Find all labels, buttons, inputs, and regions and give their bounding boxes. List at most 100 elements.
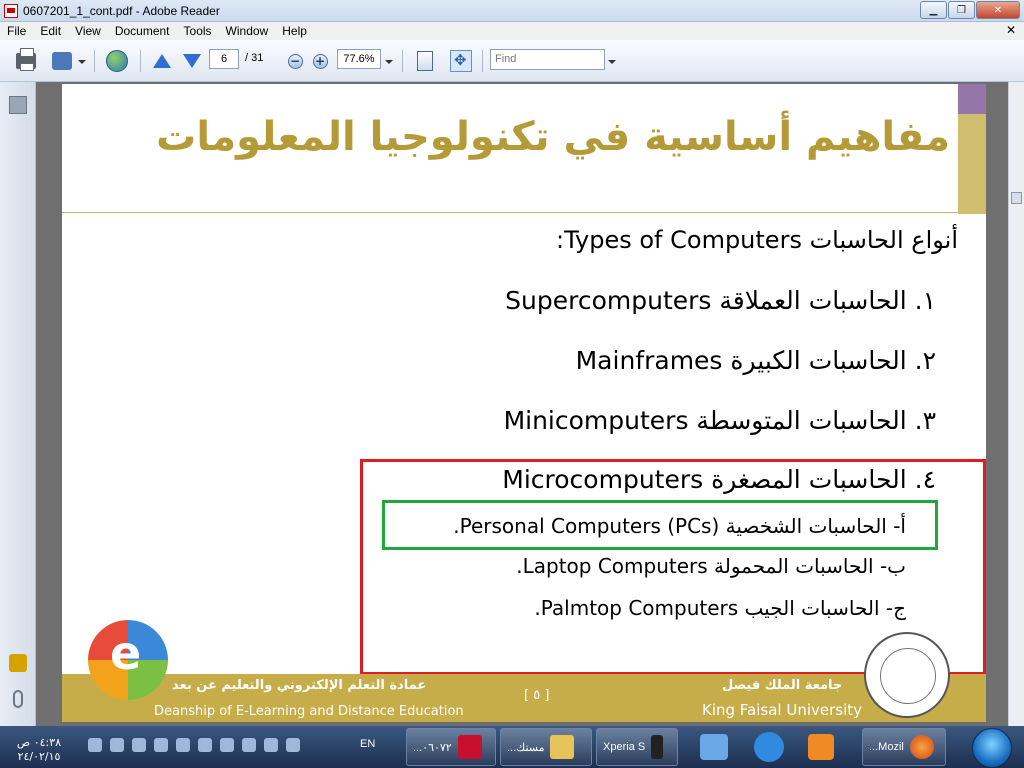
signal-bars-icon[interactable] — [242, 738, 256, 752]
toolbar-divider — [140, 50, 141, 72]
print-button[interactable] — [14, 48, 38, 73]
language-indicator[interactable]: EN — [360, 738, 375, 750]
pdf-page: مفاهيم أساسية في تكنولوجيا المعلومات أنو… — [62, 84, 986, 722]
adobe-pdf-icon — [457, 735, 482, 759]
adobe-pdf-icon — [4, 3, 18, 18]
sync-icon[interactable] — [198, 738, 212, 752]
toolbar-divider — [482, 50, 483, 72]
minimize-button[interactable]: ▁ — [920, 1, 947, 19]
list-item: ١. الحاسبات العملاقة Supercomputers — [505, 286, 936, 315]
slide-title: مفاهيم أساسية في تكنولوجيا المعلومات — [156, 114, 950, 160]
menu-bar: File Edit View Document Tools Window Hel… — [0, 22, 1024, 40]
taskbar-label: Xperia S — [603, 741, 646, 753]
tray-clock[interactable]: ٠٤:٣٨ ص ٢٤/٠٢/١٥ — [4, 736, 74, 764]
close-button[interactable]: ✕ — [976, 1, 1020, 19]
phone-icon — [651, 735, 664, 759]
arrow-down-icon — [183, 54, 201, 68]
window-controls: ▁ ❐ ✕ — [919, 1, 1020, 19]
toolbar-divider — [402, 50, 403, 72]
find-input[interactable]: Find — [490, 49, 605, 70]
printer-icon — [16, 48, 36, 71]
document-close-icon[interactable]: ✕ — [1006, 23, 1016, 37]
taskbar-folder[interactable]: ...مستك — [500, 728, 592, 766]
action-center-icon[interactable] — [286, 738, 300, 752]
menu-help[interactable]: Help — [275, 24, 314, 38]
folder-icon — [550, 735, 575, 759]
share-button[interactable] — [50, 49, 74, 73]
taskbar-label: ...٠٦٠٧٢ — [413, 741, 452, 754]
messenger-icon[interactable] — [700, 734, 728, 760]
volume-icon[interactable] — [110, 738, 124, 752]
toolbar-divider — [94, 50, 95, 72]
slide-page-number: [ ٥ ] — [524, 688, 550, 703]
media-player-icon[interactable] — [808, 734, 834, 760]
signal-icon[interactable] — [132, 738, 146, 752]
next-page-button[interactable] — [180, 49, 204, 73]
menu-view[interactable]: View — [68, 24, 108, 38]
app-icon[interactable] — [220, 738, 234, 752]
page-number-input[interactable]: 6 — [209, 49, 239, 69]
green-highlight-box — [382, 500, 938, 550]
restore-button[interactable]: ❐ — [948, 1, 975, 19]
flag-icon[interactable] — [264, 738, 278, 752]
university-name-english: King Faisal University — [702, 701, 863, 719]
taskbar-adobe-reader[interactable]: ...٠٦٠٧٢ — [406, 728, 496, 766]
globe-icon — [106, 50, 128, 72]
share-icon — [52, 52, 72, 70]
comments-icon[interactable] — [9, 654, 27, 672]
deanship-name-arabic: عمادة التعلم الإلكتروني والتعليم عن بعد — [172, 678, 427, 693]
full-screen-button[interactable] — [448, 49, 474, 73]
document-area[interactable]: مفاهيم أساسية في تكنولوجيا المعلومات أنو… — [36, 82, 1008, 726]
menu-file[interactable]: File — [0, 24, 33, 38]
taskbar-label: ...مستك — [507, 741, 545, 754]
internet-explorer-icon[interactable] — [754, 732, 784, 762]
arrow-up-icon — [153, 54, 171, 68]
previous-page-button[interactable] — [150, 49, 174, 73]
university-name-arabic: جامعة الملك فيصل — [722, 678, 843, 693]
taskbar-firefox[interactable]: ...Mozil — [862, 728, 946, 766]
slide-heading: أنواع الحاسبات Types of Computers: — [556, 226, 958, 254]
start-button[interactable] — [972, 728, 1012, 768]
chevron-down-icon[interactable] — [608, 60, 616, 64]
navigation-panel — [0, 82, 36, 726]
decorative-block — [958, 84, 986, 114]
clock-date: ٢٤/٠٢/١٥ — [17, 750, 61, 763]
window-title: 0607201_1_cont.pdf - Adobe Reader — [23, 3, 220, 18]
chevron-down-icon[interactable] — [78, 60, 86, 64]
zoom-input[interactable]: 77.6% — [337, 49, 381, 69]
collaborate-button[interactable] — [104, 49, 130, 73]
elearning-logo — [88, 620, 168, 700]
pages-icon[interactable] — [9, 96, 27, 114]
security-icon[interactable] — [176, 738, 190, 752]
zoom-out-button[interactable]: − — [286, 49, 304, 73]
network-icon[interactable] — [88, 738, 102, 752]
fit-page-icon — [417, 51, 433, 71]
decorative-block — [958, 114, 986, 214]
title-divider — [62, 212, 958, 213]
deanship-name-english: Deanship of E-Learning and Distance Educ… — [154, 704, 464, 719]
attachments-icon[interactable] — [13, 690, 23, 708]
chevron-down-icon[interactable] — [385, 60, 393, 64]
firefox-icon — [909, 735, 934, 759]
plus-icon: + — [312, 53, 328, 69]
fit-width-button[interactable] — [414, 49, 436, 73]
menu-edit[interactable]: Edit — [33, 24, 68, 38]
menu-document[interactable]: Document — [108, 24, 177, 38]
taskbar-label: ...Mozil — [869, 741, 904, 753]
menu-window[interactable]: Window — [219, 24, 276, 38]
list-item: ٢. الحاسبات الكبيرة Mainframes — [575, 346, 936, 375]
fullscreen-icon — [450, 50, 472, 72]
university-seal — [864, 632, 950, 718]
page-total: / 31 — [245, 52, 264, 64]
clock-time: ٠٤:٣٨ ص — [16, 736, 62, 749]
scrollbar-thumb[interactable] — [1011, 192, 1022, 204]
minus-icon: − — [287, 53, 303, 69]
system-tray — [88, 738, 300, 752]
list-item: ٣. الحاسبات المتوسطة Minicomputers — [503, 406, 936, 435]
menu-tools[interactable]: Tools — [177, 24, 219, 38]
zoom-in-button[interactable]: + — [311, 49, 329, 73]
title-bar: 0607201_1_cont.pdf - Adobe Reader ▁ ❐ ✕ — [0, 0, 1024, 22]
taskbar-xperia[interactable]: Xperia S — [596, 728, 678, 766]
vertical-scrollbar[interactable] — [1008, 82, 1024, 726]
shield-icon[interactable] — [154, 738, 168, 752]
